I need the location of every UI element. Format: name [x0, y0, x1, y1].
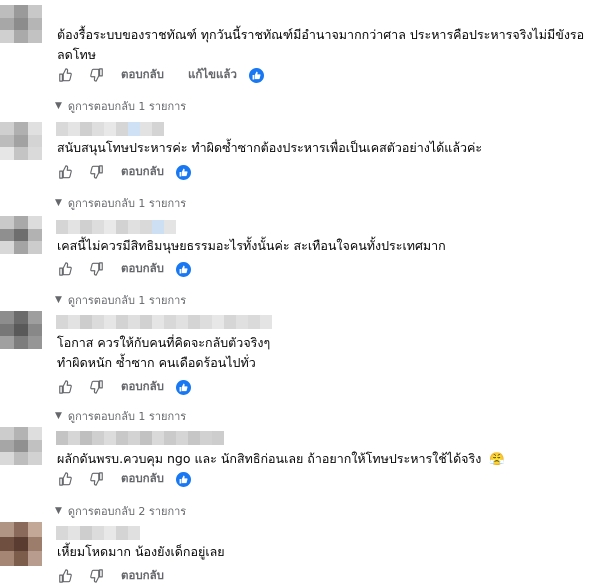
thumbs-down-icon[interactable]: [89, 379, 105, 395]
comment-actions: ตอบกลับ: [57, 379, 191, 395]
reply-button[interactable]: ตอบกลับ: [121, 260, 164, 278]
view-replies-label: ดูการตอบกลับ 2 รายการ: [67, 505, 187, 518]
reply-button[interactable]: ตอบกลับ: [121, 378, 164, 396]
view-replies-link[interactable]: ▼ ดูการตอบกลับ 1 รายการ: [55, 97, 186, 115]
thumbs-up-icon[interactable]: [57, 568, 73, 584]
thumbs-up-icon[interactable]: [57, 379, 73, 395]
like-reaction-icon[interactable]: [176, 471, 191, 487]
reply-arrow-icon: ▼: [55, 101, 62, 111]
view-replies-label: ดูการตอบกลับ 1 รายการ: [67, 197, 187, 210]
commenter-name-blurred[interactable]: [56, 315, 272, 329]
comment-text: ต้องรื้อระบบของราชทัณฑ์ ทุกวันนี้ราชทัณฑ…: [57, 25, 584, 65]
comment-text: เคสนี้ไม่ควรมีสิทธิมนุษยธรรมอะไรทั้งนั้น…: [57, 236, 446, 256]
avatar[interactable]: [0, 311, 42, 349]
comment-text-line: ลดโทษ: [57, 47, 96, 62]
comment-actions: ตอบกลับ: [57, 261, 191, 277]
reply-arrow-icon: ▼: [55, 411, 62, 421]
like-reaction-icon[interactable]: [176, 164, 191, 180]
thumbs-up-icon[interactable]: [57, 261, 73, 277]
comment-text: โอกาส ควรให้กับคนที่คิดจะกลับตัวจริงๆ ทำ…: [57, 333, 270, 373]
view-replies-link[interactable]: ▼ ดูการตอบกลับ 1 รายการ: [55, 194, 186, 212]
view-replies-label: ดูการตอบกลับ 1 รายการ: [67, 294, 187, 307]
reply-button[interactable]: ตอบกลับ: [121, 163, 164, 181]
emoji: 😤: [489, 451, 505, 466]
thumbs-down-icon[interactable]: [89, 261, 105, 277]
comment-actions: ตอบกลับ แก้ไขแล้ว: [57, 67, 264, 83]
reply-arrow-icon: ▼: [55, 295, 62, 305]
comment-text-line: เหี้ยมโหดมาก น้องยังเด็กอยู่เลย: [57, 544, 225, 559]
view-replies-label: ดูการตอบกลับ 1 รายการ: [67, 410, 187, 423]
view-replies-link[interactable]: ▼ ดูการตอบกลับ 1 รายการ: [55, 291, 186, 309]
thumbs-up-icon[interactable]: [57, 471, 73, 487]
edited-label: แก้ไขแล้ว: [188, 67, 237, 81]
comment-text-line: โอกาส ควรให้กับคนที่คิดจะกลับตัวจริงๆ: [57, 335, 271, 350]
thumbs-down-icon[interactable]: [89, 164, 105, 180]
avatar[interactable]: [0, 5, 42, 43]
view-replies-link[interactable]: ▼ ดูการตอบกลับ 2 รายการ: [55, 502, 186, 520]
reply-arrow-icon: ▼: [55, 198, 62, 208]
avatar[interactable]: [0, 216, 42, 254]
like-reaction-icon[interactable]: [248, 67, 264, 83]
comment-text-line: ต้องรื้อระบบของราชทัณฑ์ ทุกวันนี้ราชทัณฑ…: [57, 27, 585, 42]
reply-button[interactable]: ตอบกลับ: [121, 567, 164, 585]
commenter-name-blurred[interactable]: [56, 220, 176, 234]
comment-text: สนับสนุนโทษประหารค่ะ ทำผิดซ้ำซากต้องประห…: [57, 138, 482, 158]
avatar[interactable]: [0, 427, 42, 465]
like-reaction-icon[interactable]: [176, 379, 191, 395]
reply-button[interactable]: ตอบกลับ: [121, 66, 164, 84]
avatar[interactable]: [0, 122, 42, 160]
reply-button[interactable]: ตอบกลับ: [121, 470, 164, 488]
comment-actions: ตอบกลับ: [57, 164, 191, 180]
comment-text-line: สนับสนุนโทษประหารค่ะ ทำผิดซ้ำซากต้องประห…: [57, 140, 483, 155]
comment-text-line: เคสนี้ไม่ควรมีสิทธิมนุษยธรรมอะไรทั้งนั้น…: [57, 238, 446, 253]
comment-text-line: ทำผิดหนัก ซ้ำซาก คนเดือดร้อนไปทั่ว: [57, 355, 256, 370]
reply-arrow-icon: ▼: [55, 506, 62, 516]
like-reaction-icon[interactable]: [176, 261, 191, 277]
thumbs-down-icon[interactable]: [89, 67, 105, 83]
comment-text-body: ผลักดันพรบ.ควบคุม ngo และ นักสิทธิก่อนเล…: [57, 451, 482, 466]
thumbs-up-icon[interactable]: [57, 67, 73, 83]
comment-text-line: ผลักดันพรบ.ควบคุม ngo และ นักสิทธิก่อนเล…: [57, 449, 505, 469]
comment-actions: ตอบกลับ: [57, 568, 188, 584]
thumbs-down-icon[interactable]: [89, 471, 105, 487]
view-replies-label: ดูการตอบกลับ 1 รายการ: [67, 100, 187, 113]
commenter-name-blurred[interactable]: [56, 122, 164, 136]
comment-actions: ตอบกลับ: [57, 471, 191, 487]
avatar[interactable]: [0, 522, 42, 566]
comment-thread: ต้องรื้อระบบของราชทัณฑ์ ทุกวันนี้ราชทัณฑ…: [0, 0, 600, 588]
thumbs-down-icon[interactable]: [89, 568, 105, 584]
thumbs-up-icon[interactable]: [57, 164, 73, 180]
commenter-name-blurred[interactable]: [56, 526, 140, 540]
comment-text: ผลักดันพรบ.ควบคุม ngo และ นักสิทธิก่อนเล…: [57, 449, 505, 469]
view-replies-link[interactable]: ▼ ดูการตอบกลับ 1 รายการ: [55, 407, 186, 425]
commenter-name-blurred[interactable]: [56, 431, 224, 445]
comment-text: เหี้ยมโหดมาก น้องยังเด็กอยู่เลย: [57, 542, 225, 562]
